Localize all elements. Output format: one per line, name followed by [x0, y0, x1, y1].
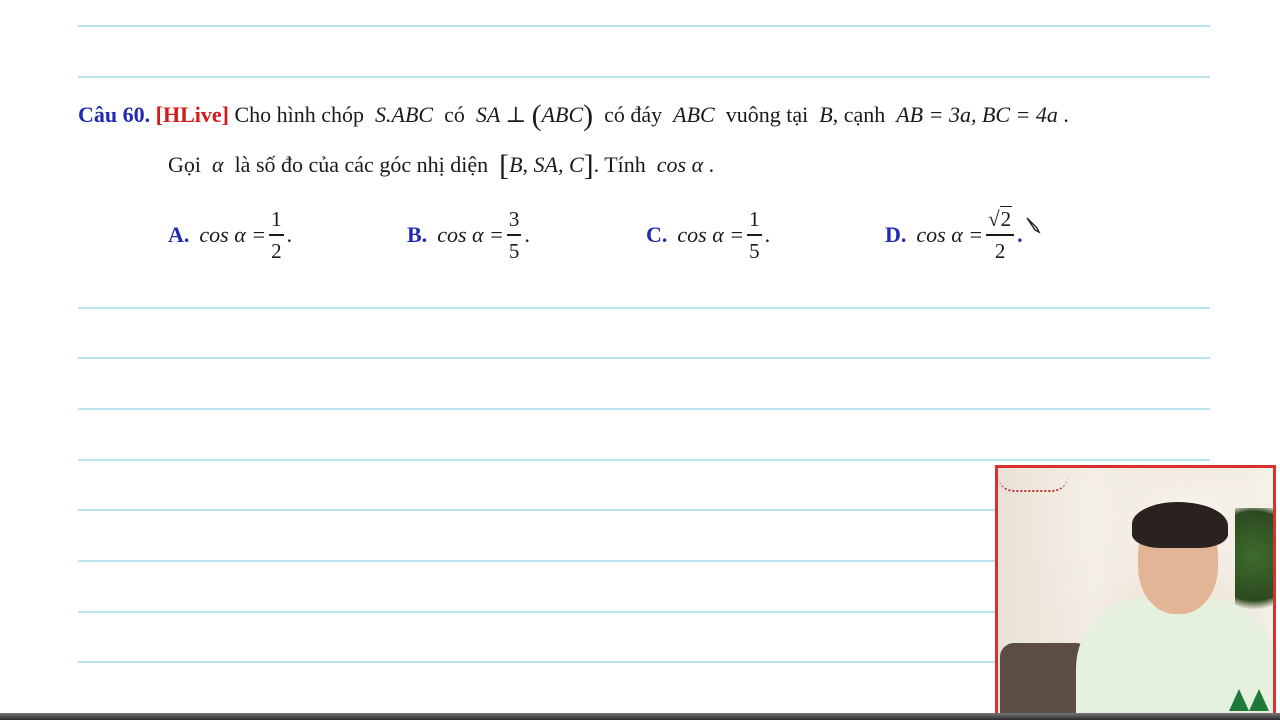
question-text: có [444, 102, 465, 127]
fraction-numerator: √2 [986, 206, 1014, 232]
math-vertex: B [819, 102, 833, 127]
question-line-1: Câu 60. [HLive] Cho hình chóp S.ABC có S… [78, 98, 1069, 132]
presenter-hair [1132, 502, 1228, 548]
option-lhs: cos α = [437, 222, 504, 247]
christmas-tree-icon [1229, 689, 1249, 711]
math-base: ABC [673, 102, 715, 127]
option-letter: D. [885, 222, 907, 247]
math-plane: ABC [541, 102, 584, 127]
question-text: . Tính [593, 152, 646, 177]
option-end: . [286, 222, 293, 247]
question-text: có đáy [604, 102, 663, 127]
cursor-pen-icon [1025, 214, 1041, 240]
option-d[interactable]: D. cos α = √2 2 . [885, 204, 1041, 266]
ruled-line [78, 76, 1210, 78]
radical-sign: √ [988, 207, 1000, 232]
fraction: 1 5 [747, 207, 762, 263]
taskbar-strip [0, 713, 1280, 720]
fraction-denominator: 2 [994, 238, 1006, 263]
fraction-bar [269, 234, 284, 236]
radicand: 2 [999, 206, 1013, 232]
option-end: . [524, 222, 530, 247]
fraction-numerator: 1 [749, 207, 760, 232]
question-text: , cạnh [832, 102, 886, 127]
fraction: 3 5 [506, 207, 522, 263]
question-end: . [1063, 102, 1069, 127]
fraction-denominator: 2 [271, 238, 282, 263]
webcam-overlay [995, 465, 1276, 716]
fraction-denominator: 5 [508, 238, 520, 263]
question-end: . [708, 152, 715, 177]
option-letter: C. [646, 222, 668, 247]
fraction-numerator: 3 [508, 207, 520, 232]
question-text: là số đo của các góc nhị diện [234, 152, 489, 177]
math-dihedral: B, SA, C [509, 152, 584, 177]
option-letter: A. [168, 222, 190, 247]
fraction-denominator: 5 [749, 238, 760, 263]
math-pyramid: S.ABC [375, 102, 434, 127]
fraction: 1 2 [269, 207, 284, 263]
christmas-tree-icon [1249, 689, 1269, 711]
fraction-numerator: 1 [271, 207, 282, 232]
option-end: . [1017, 222, 1023, 247]
ruled-line [78, 459, 1210, 461]
fraction-bar [747, 234, 762, 236]
question-tag: [HLive] [155, 102, 229, 127]
fraction-bar [506, 234, 522, 236]
string-lights-decoration [998, 476, 1068, 492]
ruled-line [78, 25, 1210, 27]
math-paren: ) [583, 99, 594, 132]
math-perp: SA ⊥ [475, 102, 532, 127]
question-number: Câu 60. [78, 102, 151, 127]
fraction: √2 2 [986, 206, 1015, 263]
ruled-line [78, 357, 1210, 359]
option-a[interactable]: A. cos α = 1 2 . [168, 204, 292, 266]
question-text: Cho hình chóp [234, 102, 365, 127]
ruled-line [78, 408, 1210, 410]
ruled-line [78, 307, 1210, 309]
fraction-bar [986, 234, 1015, 236]
math-alpha: α [212, 152, 224, 177]
option-lhs: cos α = [677, 222, 745, 247]
question-line-2: Gọi α là số đo của các góc nhị diện [B, … [168, 148, 714, 182]
option-lhs: cos α = [199, 222, 267, 247]
math-bracket: [ [499, 149, 510, 182]
option-b[interactable]: B. cos α = 3 5 . [407, 204, 530, 266]
question-text: vuông tại [725, 102, 809, 127]
option-letter: B. [407, 222, 428, 247]
math-target: cos α [656, 152, 704, 177]
question-text: Gọi [168, 152, 201, 177]
math-lengths: AB = 3a, BC = 4a [896, 102, 1058, 127]
math-paren: ( [531, 99, 542, 132]
math-bracket: ] [583, 149, 594, 182]
option-lhs: cos α = [916, 222, 984, 247]
option-c[interactable]: C. cos α = 1 5 . [646, 204, 770, 266]
option-end: . [764, 222, 771, 247]
